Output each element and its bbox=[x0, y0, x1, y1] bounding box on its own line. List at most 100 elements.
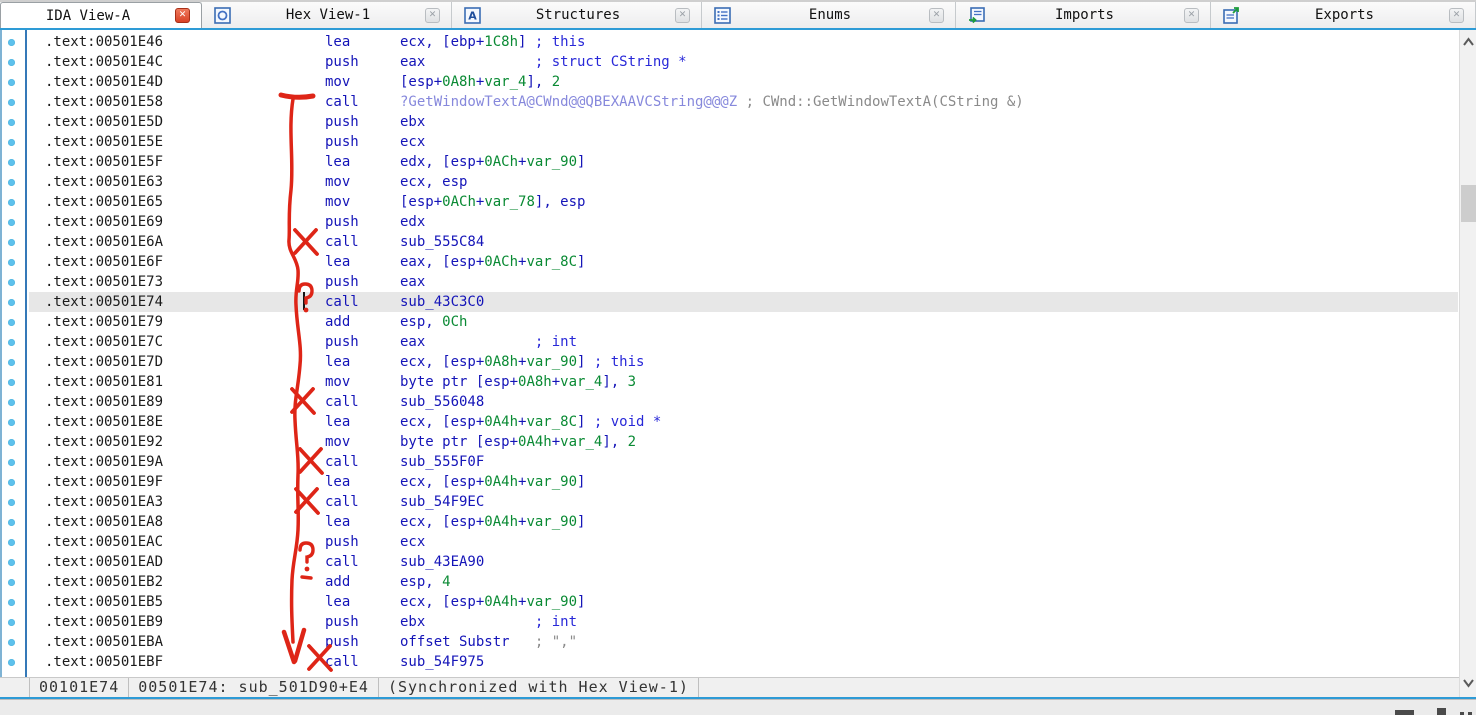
close-icon[interactable]: ✕ bbox=[1184, 8, 1199, 23]
tab-ida-view-a[interactable]: IDA View-A ✕ bbox=[0, 2, 202, 28]
code-line[interactable]: .text:00501E6Acallsub_555C84 bbox=[29, 232, 1458, 252]
enums-icon bbox=[714, 7, 731, 24]
code-line[interactable]: .text:00501E65mov[esp+0ACh+var_78], esp bbox=[29, 192, 1458, 212]
code-line-selected[interactable]: .text:00501E74callsub_43C3C0 bbox=[29, 292, 1458, 312]
code-line[interactable]: .text:00501E9Acallsub_555F0F bbox=[29, 452, 1458, 472]
mnemonic: mov bbox=[325, 432, 400, 452]
line-marker-dot bbox=[8, 339, 15, 346]
code-line[interactable]: .text:00501EB9pushebx ; int bbox=[29, 612, 1458, 632]
operand-token: 0A4h bbox=[518, 434, 552, 450]
line-marker-gutter bbox=[2, 30, 27, 677]
code-line[interactable]: .text:00501E58call?GetWindowTextA@CWnd@@… bbox=[29, 92, 1458, 112]
close-icon[interactable]: ✕ bbox=[929, 8, 944, 23]
code-line[interactable]: .text:00501E81movbyte ptr [esp+0A8h+var_… bbox=[29, 372, 1458, 392]
code-line[interactable]: .text:00501EADcallsub_43EA90 bbox=[29, 552, 1458, 572]
code-line[interactable]: .text:00501E4Dmov[esp+0A8h+var_4], 2 bbox=[29, 72, 1458, 92]
code-line[interactable]: .text:00501EB2addesp, 4 bbox=[29, 572, 1458, 592]
operand-token: edx, [esp+ bbox=[400, 154, 484, 170]
code-line[interactable]: .text:00501E63movecx, esp bbox=[29, 172, 1458, 192]
operand-token: ], bbox=[602, 374, 627, 390]
ida-window: IDA View-A ✕ Hex View-1 ✕ A Structures ✕ bbox=[0, 0, 1476, 715]
scrollbar-thumb[interactable] bbox=[1461, 185, 1476, 222]
code-line[interactable]: .text:00501E7Dleaecx, [esp+0A8h+var_90] … bbox=[29, 352, 1458, 372]
tab-imports[interactable]: Imports ✕ bbox=[956, 2, 1211, 28]
code-line[interactable]: .text:00501E6Fleaeax, [esp+0ACh+var_8C] bbox=[29, 252, 1458, 272]
address: .text:00501E65 bbox=[45, 192, 325, 212]
address: .text:00501E4C bbox=[45, 52, 325, 72]
operand-token: ] bbox=[577, 474, 585, 490]
code-line[interactable]: .text:00501E92movbyte ptr [esp+0A4h+var_… bbox=[29, 432, 1458, 452]
close-icon[interactable]: ✕ bbox=[425, 8, 440, 23]
line-marker-dot bbox=[8, 139, 15, 146]
code-line[interactable]: .text:00501EA8leaecx, [esp+0A4h+var_90] bbox=[29, 512, 1458, 532]
line-marker-dot bbox=[8, 119, 15, 126]
address: .text:00501E58 bbox=[45, 92, 325, 112]
operand-token: ] bbox=[577, 414, 594, 430]
scroll-down-icon[interactable] bbox=[1460, 675, 1476, 691]
operand-token: 2 bbox=[552, 74, 560, 90]
code-line[interactable]: .text:00501EACpushecx bbox=[29, 532, 1458, 552]
operand-token: ; int bbox=[535, 334, 577, 350]
close-icon[interactable]: ✕ bbox=[675, 8, 690, 23]
code-line[interactable]: .text:00501EBFcallsub_54F975 bbox=[29, 652, 1458, 672]
operand-token: 0A4h bbox=[484, 414, 518, 430]
address: .text:00501E81 bbox=[45, 372, 325, 392]
close-icon[interactable]: ✕ bbox=[1449, 8, 1464, 23]
operand-token: 0A8h bbox=[484, 354, 518, 370]
mnemonic: call bbox=[325, 552, 400, 572]
operand-token: var_90 bbox=[526, 354, 577, 370]
tab-structures[interactable]: A Structures ✕ bbox=[452, 2, 702, 28]
line-marker-dot bbox=[8, 59, 15, 66]
code-line[interactable]: .text:00501E9Fleaecx, [esp+0A4h+var_90] bbox=[29, 472, 1458, 492]
code-line[interactable]: .text:00501E7Cpusheax ; int bbox=[29, 332, 1458, 352]
code-line[interactable]: .text:00501E69pushedx bbox=[29, 212, 1458, 232]
address: .text:00501E79 bbox=[45, 312, 325, 332]
address: .text:00501E8E bbox=[45, 412, 325, 432]
mnemonic: push bbox=[325, 532, 400, 552]
tab-enums[interactable]: Enums ✕ bbox=[702, 2, 956, 28]
mnemonic: push bbox=[325, 132, 400, 152]
line-marker-dot bbox=[8, 199, 15, 206]
scroll-up-icon[interactable] bbox=[1460, 34, 1476, 50]
code-line[interactable]: .text:00501E5Fleaedx, [esp+0ACh+var_90] bbox=[29, 152, 1458, 172]
operand-token: 0Ch bbox=[442, 314, 467, 330]
code-line[interactable]: .text:00501E8Eleaecx, [esp+0A4h+var_8C] … bbox=[29, 412, 1458, 432]
mnemonic: call bbox=[325, 392, 400, 412]
code-line[interactable]: .text:00501E79addesp, 0Ch bbox=[29, 312, 1458, 332]
line-marker-dot bbox=[8, 579, 15, 586]
code-line[interactable]: .text:00501E5Dpushebx bbox=[29, 112, 1458, 132]
operand-token: ; void * bbox=[594, 414, 661, 430]
operand-token: byte ptr [esp+ bbox=[400, 434, 518, 450]
operand-token: sub_555C84 bbox=[400, 234, 484, 250]
tab-exports[interactable]: Exports ✕ bbox=[1211, 2, 1476, 28]
tab-hex-view-1[interactable]: Hex View-1 ✕ bbox=[202, 2, 452, 28]
operand-token: var_4 bbox=[560, 434, 602, 450]
code-line[interactable]: .text:00501E73pusheax bbox=[29, 272, 1458, 292]
code-line[interactable]: .text:00501E5Epushecx bbox=[29, 132, 1458, 152]
line-marker-dot bbox=[8, 319, 15, 326]
operand-token: var_78 bbox=[484, 194, 535, 210]
operand-token: ] bbox=[577, 254, 585, 270]
address: .text:00501E63 bbox=[45, 172, 325, 192]
code-line[interactable]: .text:00501EBApushoffset Substr ; "," bbox=[29, 632, 1458, 652]
code-line[interactable]: .text:00501E89callsub_556048 bbox=[29, 392, 1458, 412]
operand-token: var_90 bbox=[526, 154, 577, 170]
disassembly-listing[interactable]: .text:00501E46leaecx, [ebp+1C8h] ; this.… bbox=[29, 30, 1458, 677]
operand-token: + bbox=[552, 434, 560, 450]
code-line[interactable]: .text:00501EA3callsub_54F9EC bbox=[29, 492, 1458, 512]
address: .text:00501EB2 bbox=[45, 572, 325, 592]
address: .text:00501E4D bbox=[45, 72, 325, 92]
address: .text:00501E92 bbox=[45, 432, 325, 452]
address: .text:00501E69 bbox=[45, 212, 325, 232]
code-line[interactable]: .text:00501E4Cpusheax ; struct CString * bbox=[29, 52, 1458, 72]
operand-token: 1C8h bbox=[484, 34, 518, 50]
vertical-scrollbar[interactable] bbox=[1459, 30, 1476, 697]
address: .text:00501EBA bbox=[45, 632, 325, 652]
operand-token: var_8C bbox=[526, 414, 577, 430]
line-marker-dot bbox=[8, 439, 15, 446]
code-line[interactable]: .text:00501E46leaecx, [ebp+1C8h] ; this bbox=[29, 32, 1458, 52]
operand-token: sub_43C3C0 bbox=[400, 294, 484, 310]
mnemonic: lea bbox=[325, 592, 400, 612]
close-icon[interactable]: ✕ bbox=[175, 8, 190, 23]
code-line[interactable]: .text:00501EB5leaecx, [esp+0A4h+var_90] bbox=[29, 592, 1458, 612]
